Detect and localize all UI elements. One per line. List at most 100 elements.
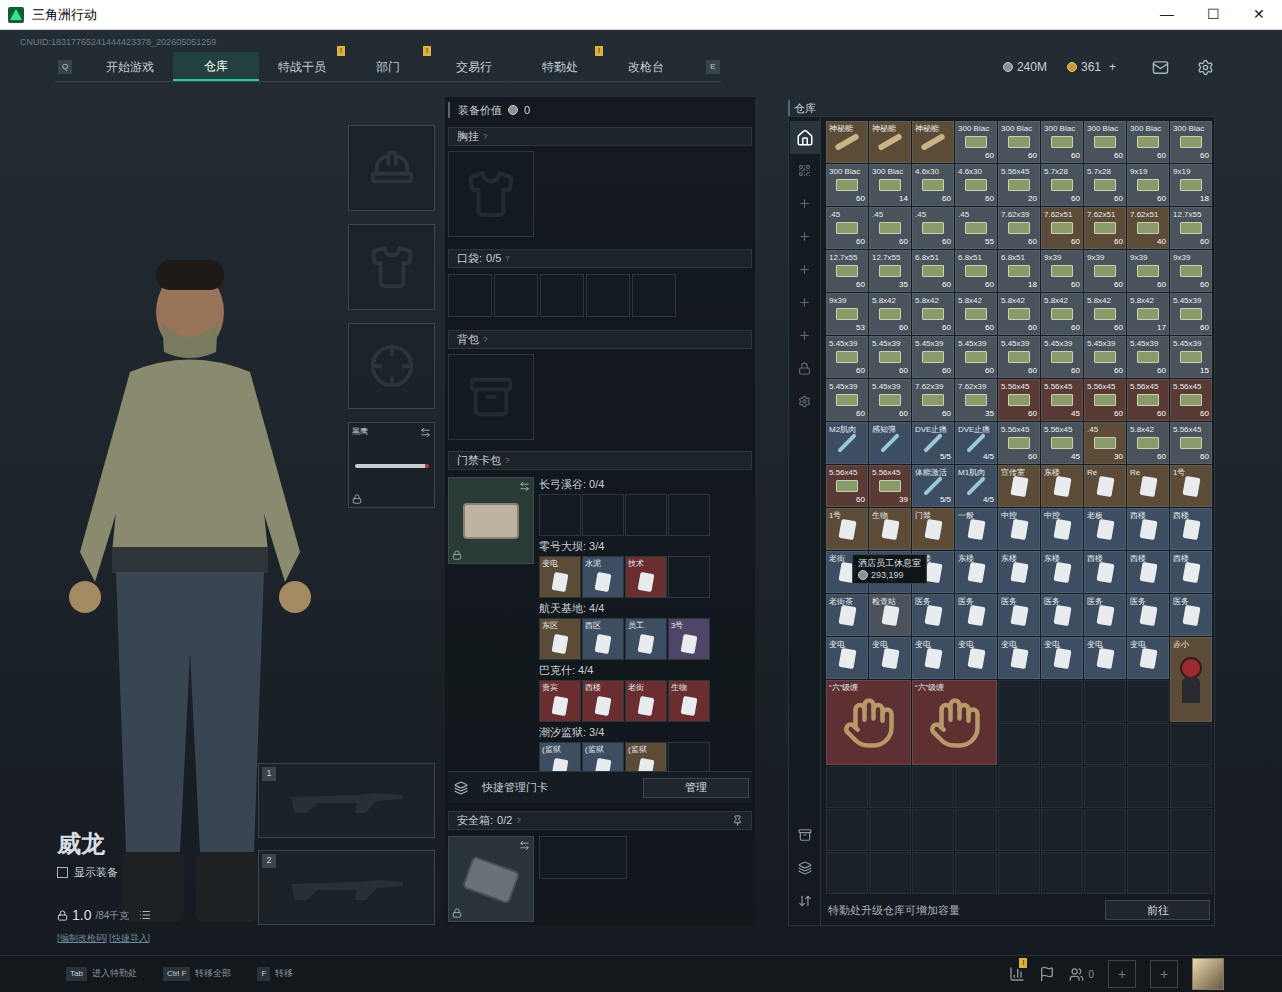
pocket-slot[interactable] [448,274,492,317]
manage-button[interactable]: 管理 [643,778,749,798]
warehouse-item[interactable]: 5.45x3960 [826,379,868,421]
warehouse-item[interactable]: 5.45x3960 [826,336,868,378]
keycard-slot[interactable]: 技术 [625,556,667,598]
warehouse-item[interactable]: 东楼 [998,551,1040,593]
keycard-case[interactable] [448,477,534,564]
warehouse-item[interactable]: 7.62x5160 [1041,207,1083,249]
warehouse-item[interactable]: 5.45x3960 [1127,336,1169,378]
warehouse-item[interactable]: 5.7x2860 [1084,164,1126,206]
empty-cell[interactable] [1041,723,1083,765]
warehouse-item[interactable]: 东楼 [955,551,997,593]
nav-tab[interactable]: 特勤处! [517,52,603,81]
keycard-slot[interactable]: (监狱 [539,742,581,771]
empty-cell[interactable] [1041,766,1083,808]
keycard-slot[interactable] [582,494,624,536]
warehouse-item[interactable]: 老街茶 [826,594,868,636]
warehouse-item[interactable]: 5.8x4260 [869,293,911,335]
warehouse-item[interactable]: “六”级缠 [826,680,911,765]
warehouse-item[interactable]: 12.7x5560 [826,250,868,292]
show-gear-checkbox[interactable]: 显示装备 [57,864,151,881]
warehouse-item[interactable]: 6.8x5160 [912,250,954,292]
empty-cell[interactable] [955,766,997,808]
empty-cell[interactable] [912,809,954,851]
warehouse-item[interactable]: 医务 [1127,594,1169,636]
warehouse-item[interactable]: 医务 [998,594,1040,636]
keycard-slot[interactable]: 水泥 [582,556,624,598]
warehouse-item[interactable]: 5.56x4560 [1084,379,1126,421]
warehouse-tab[interactable] [790,121,820,154]
warehouse-item[interactable]: 医务 [1041,594,1083,636]
empty-cell[interactable] [998,809,1040,851]
warehouse-tool[interactable] [790,884,820,917]
warehouse-item[interactable]: 5.45x3960 [998,336,1040,378]
armor-slot[interactable] [348,224,435,310]
warehouse-item[interactable]: Re [1084,465,1126,507]
keycard-slot[interactable]: 变电 [539,556,581,598]
nav-tab[interactable]: 部门! [345,52,431,81]
empty-cell[interactable] [1084,680,1126,722]
warehouse-item[interactable]: 300 Blac60 [1170,121,1212,163]
keycard-slot[interactable]: 老街 [625,680,667,722]
empty-cell[interactable] [1084,809,1126,851]
warehouse-item[interactable]: 5.56x4560 [998,379,1040,421]
character-link[interactable]: [快捷导入] [109,932,150,946]
empty-cell[interactable] [826,766,868,808]
warehouse-item[interactable]: 9x1960 [1127,164,1169,206]
warehouse-item[interactable]: 5.8x4260 [998,293,1040,335]
empty-cell[interactable] [998,723,1040,765]
warehouse-item[interactable]: 5.8x4260 [1041,293,1083,335]
pocket-slot[interactable] [494,274,538,317]
keycard-slot[interactable]: 西区 [582,618,624,660]
keycard-slot[interactable]: 3号 [668,618,710,660]
keycard-slot[interactable]: 生物 [668,680,710,722]
empty-cell[interactable] [998,766,1040,808]
warehouse-item[interactable]: 1号 [1170,465,1212,507]
warehouse-item[interactable]: 7.62x5160 [1084,207,1126,249]
warehouse-item[interactable]: 变电 [912,637,954,679]
warehouse-item[interactable]: 变电 [998,637,1040,679]
empty-cell[interactable] [826,852,868,894]
settings-icon[interactable] [1197,59,1214,76]
warehouse-item[interactable]: 300 Blac60 [1084,121,1126,163]
warehouse-item[interactable]: 5.56x4545 [1041,379,1083,421]
warehouse-tab[interactable] [790,220,820,253]
keycard-slot[interactable]: (监狱 [582,742,624,771]
warehouse-tab[interactable] [790,286,820,319]
warehouse-item[interactable]: 变电 [1041,637,1083,679]
warehouse-tab[interactable] [790,319,820,352]
warehouse-tool[interactable] [790,818,820,851]
nav-tab[interactable]: 改枪台 [603,52,689,81]
warehouse-item[interactable]: 5.45x3960 [1084,336,1126,378]
empty-cell[interactable] [1084,852,1126,894]
empty-cell[interactable] [955,852,997,894]
warehouse-item[interactable]: 5.56x4539 [869,465,911,507]
warehouse-item[interactable]: 东楼 [1041,465,1083,507]
friends[interactable]: 0 [1069,967,1094,982]
warehouse-item[interactable]: 中控 [1041,508,1083,550]
warehouse-item[interactable]: 医务 [955,594,997,636]
warehouse-item[interactable]: 300 Blac14 [869,164,911,206]
warehouse-item[interactable]: 5.45x3915 [1170,336,1212,378]
warehouse-item[interactable]: 9x3960 [1127,250,1169,292]
warehouse-item[interactable]: 9x1918 [1170,164,1212,206]
empty-cell[interactable] [955,809,997,851]
warehouse-item[interactable]: .4560 [826,207,868,249]
warehouse-item[interactable]: M1肌肉4/5 [955,465,997,507]
list-icon[interactable] [139,909,151,921]
empty-cell[interactable] [1170,809,1212,851]
avatar[interactable] [1192,958,1224,990]
warehouse-item[interactable]: 1号 [826,508,868,550]
warehouse-item[interactable]: 9x3953 [826,293,868,335]
warehouse-item[interactable]: 6.8x5160 [955,250,997,292]
empty-cell[interactable] [1170,852,1212,894]
coins[interactable]: 361+ [1067,58,1116,76]
warehouse-item[interactable]: 感知弹 [869,422,911,464]
warehouse-item[interactable]: 9x3960 [1084,250,1126,292]
empty-cell[interactable] [1127,852,1169,894]
warehouse-item[interactable]: 5.56x4560 [1170,379,1212,421]
keycard-slot[interactable] [625,494,667,536]
warehouse-item[interactable]: 300 Blac60 [955,121,997,163]
warehouse-tool[interactable] [790,851,820,884]
warehouse-item[interactable]: .4530 [1084,422,1126,464]
window-control[interactable]: ☐ [1190,0,1236,29]
